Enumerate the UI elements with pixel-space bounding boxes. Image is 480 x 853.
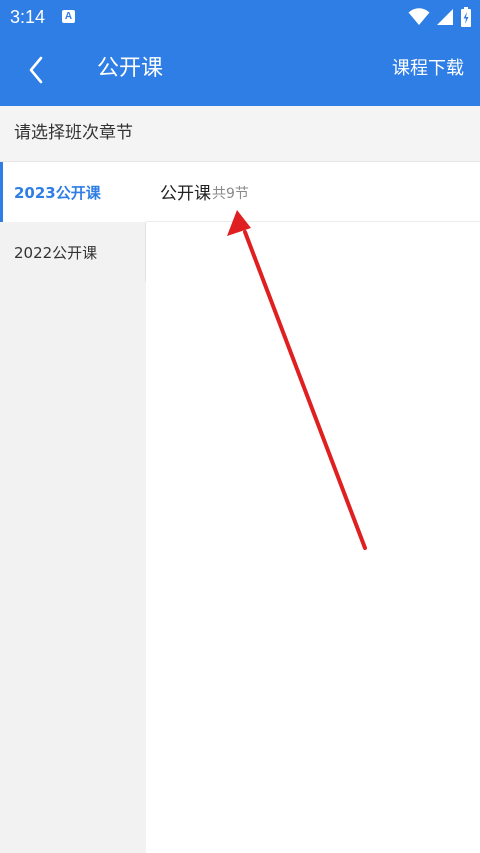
lesson-count: 共9节 (212, 185, 249, 202)
battery-icon (461, 7, 471, 27)
section-header-label: 请选择班次章节 (14, 123, 133, 143)
wifi-icon (408, 8, 430, 25)
lesson-title: 公开课 (160, 184, 211, 204)
status-time: 3:14 (10, 7, 46, 27)
status-icons (408, 6, 472, 28)
chevron-left-icon (29, 56, 43, 84)
app-notification-icon: A (62, 10, 75, 23)
sidebar-item-2022[interactable]: 2022公开课 (0, 222, 146, 282)
sidebar-item-label: 2022公开课 (14, 243, 98, 262)
status-bar: 3:14 A (0, 0, 480, 34)
app-bar: 公开课 课程下载 (0, 34, 480, 106)
sidebar-item-label: 2023公开课 (14, 183, 101, 202)
section-header: 请选择班次章节 (0, 106, 480, 162)
sidebar-item-2023[interactable]: 2023公开课 (0, 162, 146, 222)
class-sidebar: 2023公开课 2022公开课 (0, 162, 146, 853)
lesson-list: 公开课 共9节 (146, 162, 480, 853)
back-button[interactable] (18, 52, 54, 88)
list-item[interactable]: 公开课 共9节 (146, 162, 480, 222)
page-title: 公开课 (97, 56, 164, 81)
signal-icon (437, 9, 453, 25)
course-download-button[interactable]: 课程下载 (392, 56, 464, 82)
